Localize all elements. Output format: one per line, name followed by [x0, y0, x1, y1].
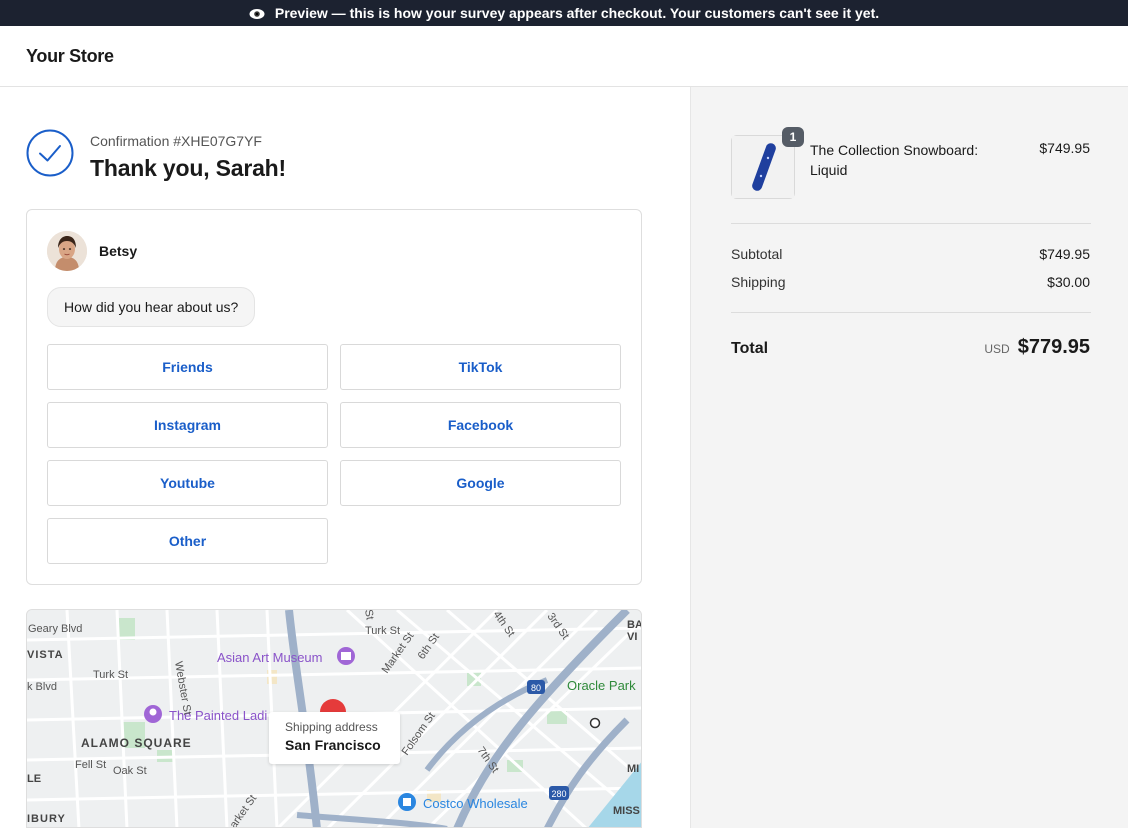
svg-text:k Blvd: k Blvd: [27, 681, 57, 693]
option-tiktok[interactable]: TikTok: [340, 344, 621, 390]
quantity-badge: 1: [782, 127, 804, 147]
thank-you-heading: Thank you, Sarah!: [90, 155, 286, 181]
svg-text:IBURY: IBURY: [27, 813, 66, 825]
svg-text:Oracle Park: Oracle Park: [567, 678, 636, 693]
option-other[interactable]: Other: [47, 518, 328, 564]
svg-text:MI: MI: [627, 763, 639, 775]
total-label: Total: [731, 340, 769, 357]
shipping-address-title: Shipping address: [285, 720, 378, 734]
svg-text:Costco Wholesale: Costco Wholesale: [423, 796, 528, 811]
svg-text:ALAMO SQUARE: ALAMO SQUARE: [81, 736, 192, 750]
store-name[interactable]: Your Store: [26, 46, 114, 67]
option-facebook[interactable]: Facebook: [340, 402, 621, 448]
currency-code: USD: [984, 342, 1010, 356]
shipping-value: $30.00: [1047, 274, 1090, 290]
subtotal-value: $749.95: [1039, 246, 1090, 262]
shipping-map[interactable]: 80 280 Geary Blvd VISTA Asian Art Museum…: [26, 609, 642, 828]
svg-text:80: 80: [531, 683, 541, 693]
svg-text:Turk St: Turk St: [365, 625, 400, 637]
total-amount: USD $779.95: [984, 336, 1090, 359]
eye-icon: [249, 7, 265, 19]
svg-text:VI: VI: [627, 631, 637, 643]
survey-card: Betsy How did you hear about us? Friends…: [26, 209, 642, 585]
avatar: [47, 231, 87, 271]
option-google[interactable]: Google: [340, 460, 621, 506]
store-header: Your Store: [0, 26, 1128, 87]
check-circle-icon: [26, 129, 74, 177]
subtotal-label: Subtotal: [731, 246, 783, 262]
svg-text:Oak St: Oak St: [113, 765, 147, 777]
store-pin-icon: [398, 793, 416, 811]
product-title: The Collection Snowboard: Liquid: [810, 142, 979, 178]
svg-text:Turk St: Turk St: [93, 669, 128, 681]
option-friends[interactable]: Friends: [47, 344, 328, 390]
svg-text:Fell St: Fell St: [75, 759, 106, 771]
survey-question: How did you hear about us?: [47, 287, 256, 327]
agent-name: Betsy: [99, 243, 138, 259]
order-summary: 1 The Collection Snowboard: Liquid $749.…: [690, 87, 1128, 828]
confirmation-number: Confirmation #XHE07G7YF: [90, 133, 262, 149]
divider: [731, 223, 1091, 224]
option-instagram[interactable]: Instagram: [47, 402, 328, 448]
divider: [731, 312, 1091, 313]
shipping-city: San Francisco: [285, 737, 381, 753]
shipping-address-label: Shipping address San Francisco: [269, 712, 400, 764]
svg-text:280: 280: [551, 789, 566, 799]
landmark-pin-icon: [144, 705, 162, 723]
total-value: $779.95: [1017, 336, 1090, 358]
svg-text:Geary Blvd: Geary Blvd: [28, 623, 82, 635]
option-youtube[interactable]: Youtube: [47, 460, 328, 506]
museum-pin-icon: [337, 647, 355, 665]
preview-banner: Preview — this is how your survey appear…: [0, 0, 1128, 26]
highway-80-shield: 80: [527, 680, 545, 694]
svg-text:VISTA: VISTA: [27, 649, 64, 661]
svg-text:Asian Art Museum: Asian Art Museum: [217, 650, 323, 665]
svg-text:LE: LE: [27, 773, 41, 785]
highway-280-shield: 280: [549, 786, 569, 800]
main-column: Confirmation #XHE07G7YF Thank you, Sarah…: [0, 87, 690, 828]
transit-icon: [589, 717, 601, 729]
shipping-label: Shipping: [731, 274, 786, 290]
svg-text:BA: BA: [627, 619, 642, 631]
preview-banner-text: Preview — this is how your survey appear…: [274, 5, 880, 21]
svg-text:MISS: MISS: [613, 805, 640, 817]
product-price: $749.95: [1039, 140, 1090, 156]
